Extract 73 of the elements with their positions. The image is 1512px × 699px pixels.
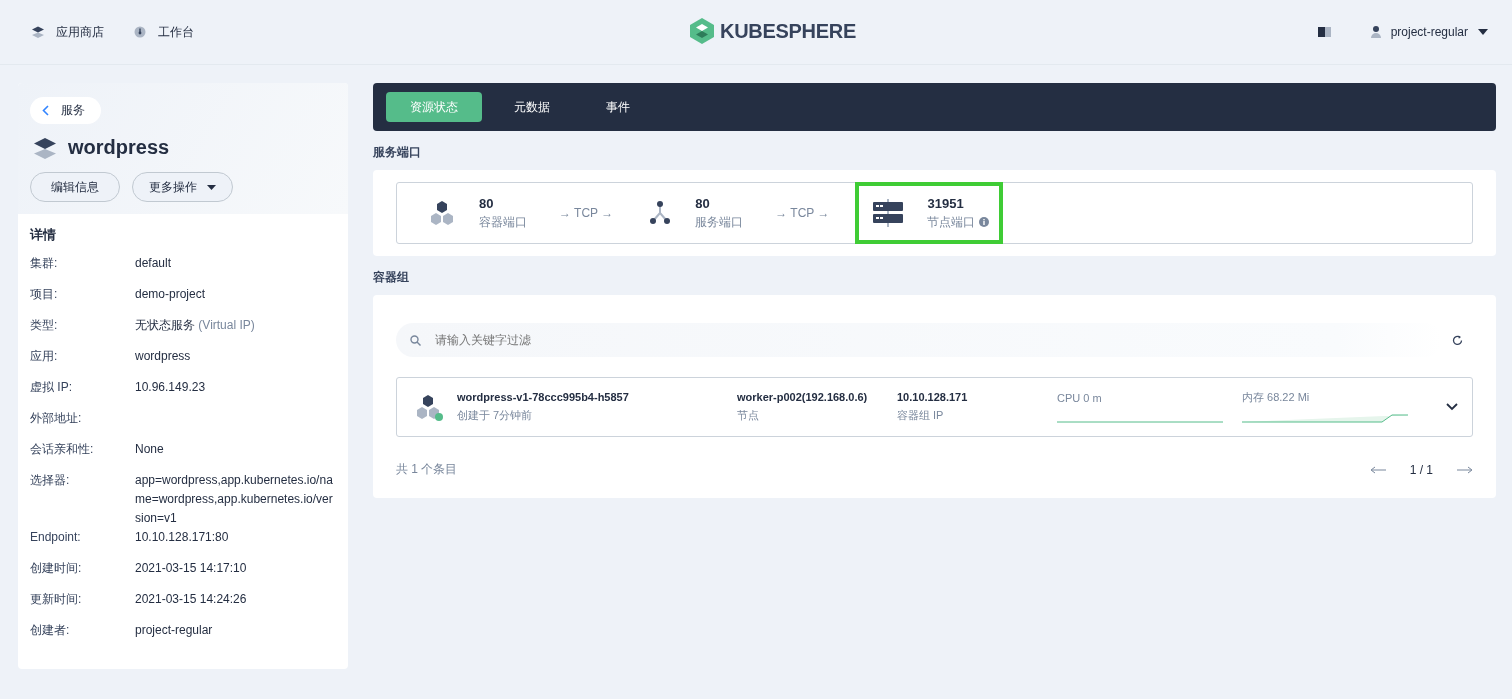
detail-value: 10.10.128.171:80 xyxy=(135,529,230,546)
arrow-right-icon[interactable] xyxy=(1457,465,1473,474)
service-title: wordpress xyxy=(68,136,170,159)
memory-reading: 内存 68.22 Mi xyxy=(1242,390,1311,405)
detail-label: 创建者: xyxy=(30,622,71,639)
detail-label: 类型: xyxy=(30,317,59,334)
tab[interactable]: 元数据 xyxy=(490,92,574,122)
detail-value: 2021-03-15 14:17:10 xyxy=(135,560,248,577)
back-button[interactable]: 服务 xyxy=(30,97,101,124)
arrow-left-icon[interactable] xyxy=(1369,465,1386,474)
caret-icon xyxy=(207,184,216,190)
branch-icon xyxy=(649,200,672,226)
logo-text: KUBESPHERE xyxy=(720,19,856,43)
detail-label: 更新时间: xyxy=(30,591,83,608)
logo-icon xyxy=(690,18,714,44)
more-actions-button[interactable]: 更多操作 xyxy=(132,172,233,202)
detail-value: demo-project xyxy=(135,286,207,303)
theme-toggle-icon[interactable] xyxy=(1317,27,1331,37)
user-icon xyxy=(1370,26,1381,38)
pod-ip: 10.10.128.171 xyxy=(897,391,969,403)
detail-value: None xyxy=(135,441,165,458)
port-number: 80 xyxy=(479,195,495,211)
pod-name: wordpress-v1-78ccc995b4-h5857 xyxy=(457,391,630,403)
hexagons-icon xyxy=(429,200,455,226)
detail-value: 无状态服务 (Virtual IP) xyxy=(135,317,256,334)
server-icon xyxy=(873,199,904,227)
nav-link[interactable]: 工作台 xyxy=(134,23,194,41)
port-label: 节点端口 xyxy=(927,213,976,231)
node-label: 节点 xyxy=(737,408,760,423)
port-number: 80 xyxy=(695,195,711,211)
detail-label: 会话亲和性: xyxy=(30,441,95,458)
section-title: 服务端口 xyxy=(373,144,422,161)
section-title: 容器组 xyxy=(373,269,410,286)
detail-label: 选择器: xyxy=(30,472,71,489)
pod-created: 创建于 7分钟前 xyxy=(457,408,534,423)
node-value: worker-p002(192.168.0.6) xyxy=(737,391,869,403)
detail-value: 2021-03-15 14:24:26 xyxy=(135,591,248,608)
detail-label: 外部地址: xyxy=(30,410,83,427)
chevron-left-icon xyxy=(42,105,49,116)
nav-link[interactable]: 应用商店 xyxy=(32,23,104,41)
detail-value: default xyxy=(135,255,173,272)
pod-row[interactable]: wordpress-v1-78ccc995b4-h5857 创建于 7分钟前 worker-p002(192.168.0.6) 节点 10.10.128.171 容器组 IP CPU 0 m 内存 68.22 Mi xyxy=(396,377,1473,437)
search-icon xyxy=(410,335,421,346)
service-icon xyxy=(34,136,56,159)
detail-label: 虚拟 IP: xyxy=(30,379,73,396)
chevron-down-icon[interactable] xyxy=(1446,403,1458,411)
detail-label: 集群: xyxy=(30,255,59,272)
cpu-reading: CPU 0 m xyxy=(1057,391,1103,404)
user-menu[interactable]: project-regular xyxy=(1370,25,1488,39)
port-label: 服务端口 xyxy=(695,213,744,231)
ip-label: 容器组 IP xyxy=(897,408,945,423)
port-number: 31951 xyxy=(927,195,965,211)
detail-label: 项目: xyxy=(30,286,59,303)
edit-button[interactable]: 编辑信息 xyxy=(30,172,120,202)
section-title: 详情 xyxy=(30,226,57,244)
detail-value: project-regular xyxy=(135,622,214,639)
layers-icon xyxy=(32,26,44,38)
tab[interactable]: 事件 xyxy=(582,92,654,122)
dashboard-icon xyxy=(134,26,146,38)
detail-label: 应用: xyxy=(30,348,59,365)
page-indicator: 1 / 1 xyxy=(1409,462,1433,477)
detail-value: wordpress xyxy=(135,348,192,365)
detail-value: app=wordpress,app.kubernetes.io/name=wordpress,app.kubernetes.io/version=v1 xyxy=(135,472,334,527)
detail-value: 10.96.149.23 xyxy=(135,379,207,396)
protocol-label: → TCP → xyxy=(559,206,614,220)
detail-label: Endpoint: xyxy=(30,529,82,546)
pod-icon xyxy=(415,394,441,420)
caret-icon xyxy=(1478,29,1488,35)
port-label: 容器端口 xyxy=(479,213,527,231)
detail-label: 创建时间: xyxy=(30,560,83,577)
protocol-label: → TCP → xyxy=(775,206,830,220)
total-count: 共 1 个条目 xyxy=(396,461,458,478)
refresh-icon[interactable] xyxy=(1452,334,1463,346)
